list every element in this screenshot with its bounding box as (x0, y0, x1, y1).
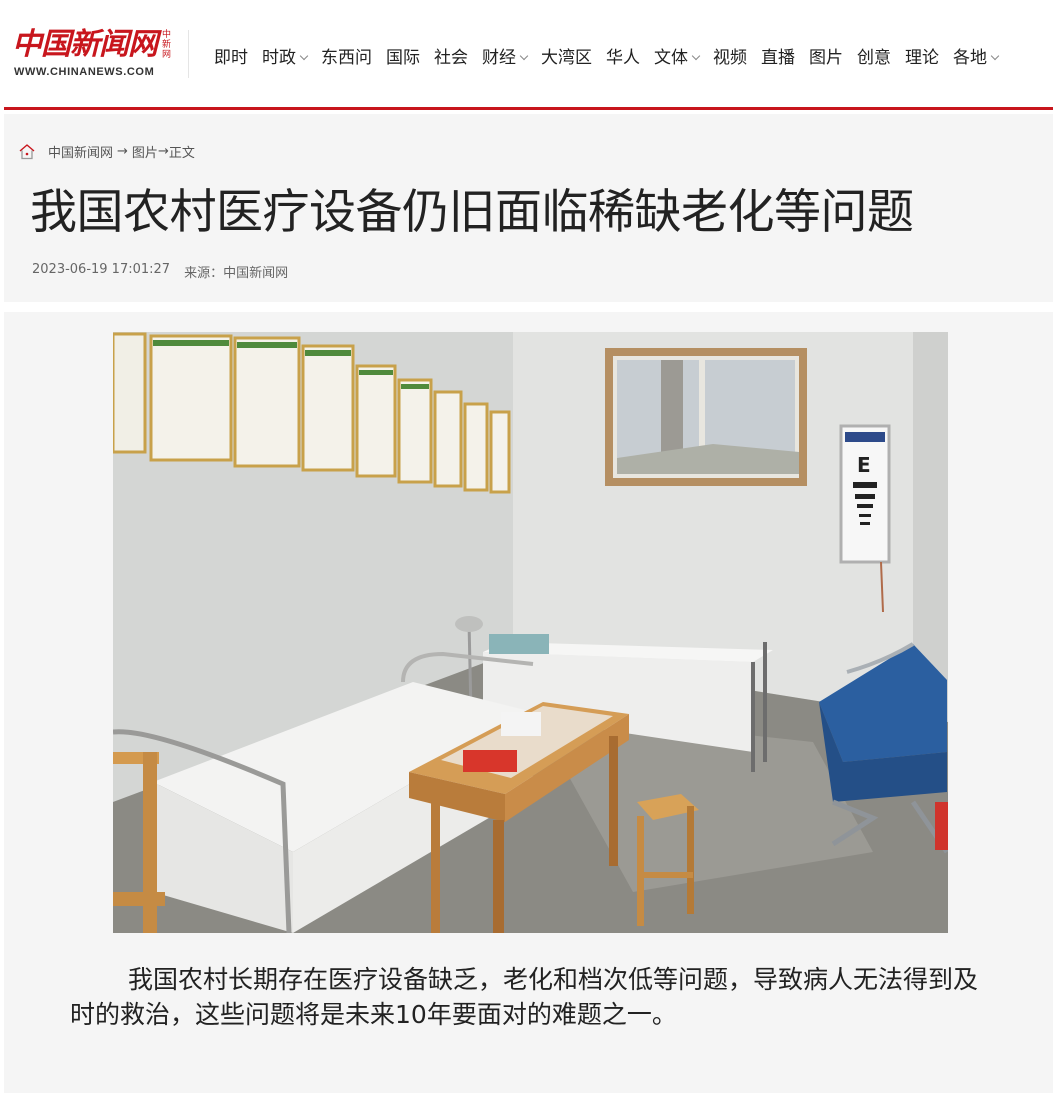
chevron-down-icon (299, 51, 309, 61)
nav-item-9[interactable]: 文体 (654, 46, 701, 70)
nav-item-label: 各地 (953, 48, 987, 68)
nav-item-13[interactable]: 创意 (857, 46, 891, 70)
main-nav: 即时 时政 东西问 国际 社会 财经 大湾区 华人 文体 视频 直播 图片 创意 理论 各地 (214, 46, 1012, 70)
nav-item-14[interactable]: 理论 (905, 46, 939, 70)
breadcrumb-section-link[interactable]: 图片 (132, 142, 158, 161)
logo-side-mark: 中新网 (162, 30, 172, 60)
nav-item-5[interactable]: 社会 (434, 46, 468, 70)
breadcrumb-home-link[interactable]: 中国新闻网 (48, 142, 113, 161)
nav-item-label: 国际 (386, 48, 420, 68)
breadcrumb-separator: → (157, 144, 169, 159)
chevron-down-icon (519, 51, 529, 61)
article-photo: E (113, 332, 948, 933)
site-header: 中国新闻网 中新网 WWW.CHINANEWS.COM 即时 时政 东西问 国际 社会财… (0, 0, 1053, 108)
nav-item-label: 社会 (434, 48, 468, 68)
nav-item-label: 理论 (905, 48, 939, 68)
source-label: 来源： (184, 266, 224, 281)
article-body: E 我国农村长期存在医疗设备缺乏，老化和档次低等问题，导致病人无法得到及时的救治… (4, 312, 1053, 1093)
article-meta: 2023-06-19 17:01:27 来源： 中国新闻网 (32, 262, 288, 281)
nav-item-label: 即时 (214, 48, 248, 68)
nav-item-1[interactable]: 即时 (214, 46, 248, 70)
nav-item-label: 创意 (857, 48, 891, 68)
nav-item-15[interactable]: 各地 (953, 46, 1000, 70)
breadcrumb: 中国新闻网 → 图片 → 正文 (18, 142, 195, 161)
nav-item-label: 大湾区 (541, 48, 592, 68)
source-name[interactable]: 中国新闻网 (223, 262, 288, 281)
nav-item-8[interactable]: 华人 (606, 46, 640, 70)
nav-item-label: 文体 (654, 48, 688, 68)
nav-item-12[interactable]: 图片 (809, 46, 843, 70)
nav-item-label: 东西问 (321, 48, 372, 68)
nav-item-10[interactable]: 视频 (713, 46, 747, 70)
publish-datetime: 2023-06-19 17:01:27 (32, 262, 171, 277)
home-icon[interactable] (18, 143, 36, 161)
nav-item-label: 财经 (482, 48, 516, 68)
breadcrumb-separator: → (117, 144, 128, 159)
nav-item-label: 图片 (809, 48, 843, 68)
breadcrumb-current: 正文 (168, 146, 195, 161)
nav-item-2[interactable]: 时政 (262, 46, 309, 70)
logo-url: WWW.CHINANEWS.COM (14, 66, 155, 78)
eye-chart-letter: E (857, 453, 871, 477)
article-header: 中国新闻网 → 图片 → 正文 我国农村医疗设备仍旧面临稀缺老化等问题 2023… (4, 114, 1053, 302)
nav-item-label: 华人 (606, 48, 640, 68)
article-title: 我国农村医疗设备仍旧面临稀缺老化等问题 (30, 185, 914, 240)
nav-item-7[interactable]: 大湾区 (541, 46, 592, 70)
header-red-rule (4, 107, 1053, 110)
logo-wordmark: 中国新闻网 (12, 27, 158, 62)
photo-caption: 我国农村长期存在医疗设备缺乏，老化和档次低等问题，导致病人无法得到及时的救治，这… (70, 965, 979, 1029)
nav-item-label: 视频 (713, 48, 747, 68)
logo-divider (188, 30, 189, 78)
nav-item-4[interactable]: 国际 (386, 46, 420, 70)
nav-item-label: 直播 (761, 48, 795, 68)
nav-item-3[interactable]: 东西问 (321, 46, 372, 70)
nav-item-label: 时政 (262, 48, 296, 68)
chevron-down-icon (990, 51, 1000, 61)
chevron-down-icon (691, 51, 701, 61)
nav-item-11[interactable]: 直播 (761, 46, 795, 70)
nav-item-6[interactable]: 财经 (482, 46, 529, 70)
clinic-room-illustration: E (113, 332, 948, 933)
site-logo[interactable]: 中国新闻网 中新网 WWW.CHINANEWS.COM (12, 28, 178, 84)
